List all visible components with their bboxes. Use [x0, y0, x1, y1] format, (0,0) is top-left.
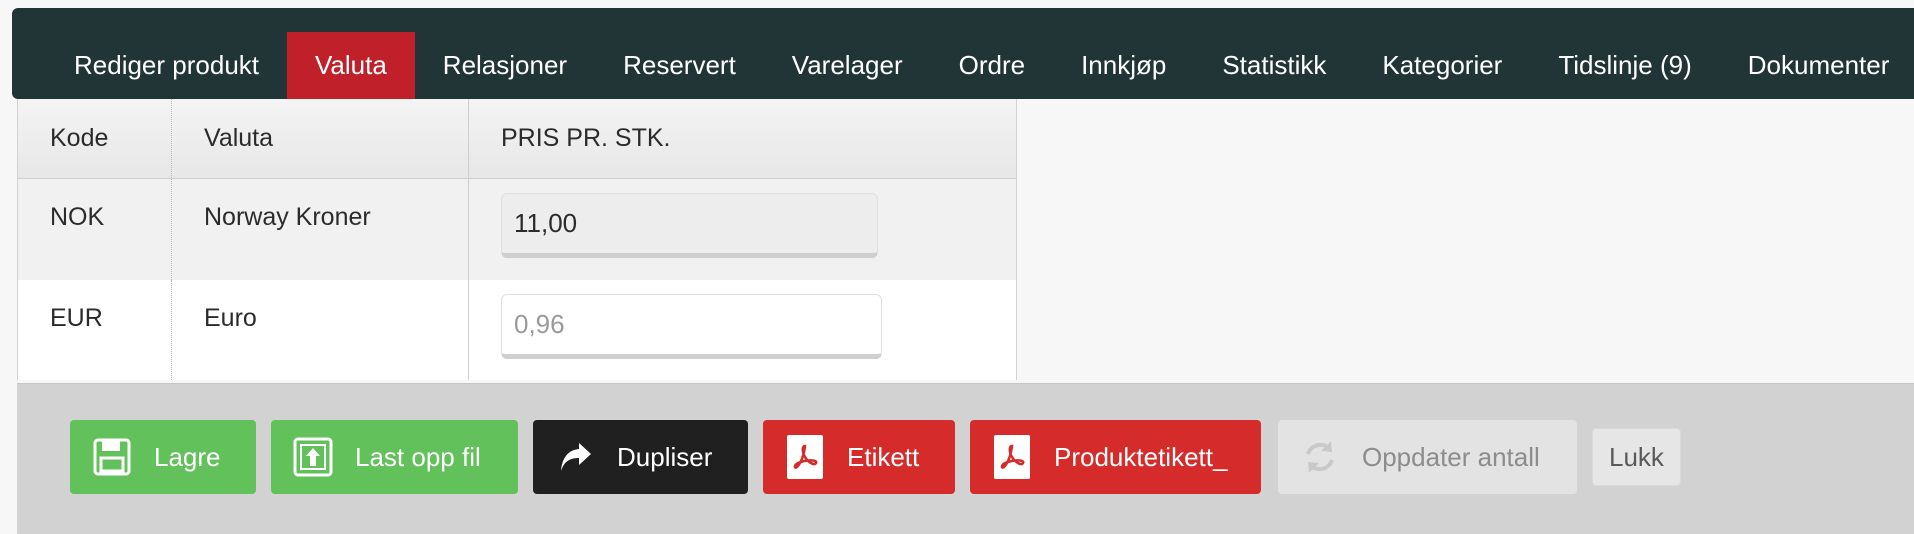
tab-documents[interactable]: Dokumenter [1720, 32, 1914, 99]
tab-stock[interactable]: Varelager [764, 32, 931, 99]
floppy-disk-icon [90, 435, 134, 479]
refresh-icon [1298, 435, 1342, 479]
pdf-icon [783, 435, 827, 479]
label-label: Etikett [847, 441, 920, 472]
currency-code: NOK [18, 179, 172, 280]
table-row: EUR Euro [17, 280, 1017, 380]
currency-table: Kode Valuta PRIS PR. STK. NOK Norway Kro… [17, 99, 1017, 380]
tab-currency[interactable]: Valuta [287, 32, 415, 99]
price-input-nok[interactable] [501, 193, 878, 258]
tab-edit-product[interactable]: Rediger produkt [46, 32, 287, 99]
tab-categories[interactable]: Kategorier [1354, 32, 1530, 99]
price-input-eur[interactable] [501, 294, 882, 359]
tab-orders[interactable]: Ordre [931, 32, 1053, 99]
currency-name: Euro [172, 280, 469, 380]
product-label-button[interactable]: Produktetikett_ [970, 420, 1261, 494]
pdf-icon [990, 435, 1034, 479]
tab-purchases[interactable]: Innkjøp [1053, 32, 1194, 99]
duplicate-button[interactable]: Dupliser [533, 420, 748, 494]
tab-statistics[interactable]: Statistikk [1194, 32, 1354, 99]
tab-timeline[interactable]: Tidslinje (9) [1530, 32, 1719, 99]
label-button[interactable]: Etikett [763, 420, 955, 494]
action-bar: Lagre Last opp fil Dupliser Etikett Prod… [17, 383, 1914, 534]
upload-file-label: Last opp fil [355, 441, 481, 472]
table-header: Kode Valuta PRIS PR. STK. [17, 99, 1017, 179]
currency-name: Norway Kroner [172, 179, 469, 280]
save-button[interactable]: Lagre [70, 420, 256, 494]
save-label: Lagre [154, 441, 221, 472]
duplicate-label: Dupliser [617, 441, 713, 472]
table-row: NOK Norway Kroner [17, 179, 1017, 280]
tab-reserved[interactable]: Reservert [595, 32, 764, 99]
column-header-price: PRIS PR. STK. [501, 124, 671, 152]
column-header-currency: Valuta [172, 99, 469, 178]
share-arrow-icon [553, 435, 597, 479]
update-quantity-label: Oppdater antall [1362, 441, 1540, 472]
product-label-label: Produktetikett_ [1054, 441, 1228, 472]
tab-relations[interactable]: Relasjoner [415, 32, 595, 99]
upload-icon [291, 435, 335, 479]
currency-code: EUR [18, 280, 172, 380]
update-quantity-button[interactable]: Oppdater antall [1278, 420, 1577, 494]
tab-bar: Rediger produkt Valuta Relasjoner Reserv… [12, 8, 1914, 99]
column-header-code: Kode [18, 99, 172, 178]
upload-file-button[interactable]: Last opp fil [271, 420, 518, 494]
close-button[interactable]: Lukk [1592, 428, 1681, 486]
